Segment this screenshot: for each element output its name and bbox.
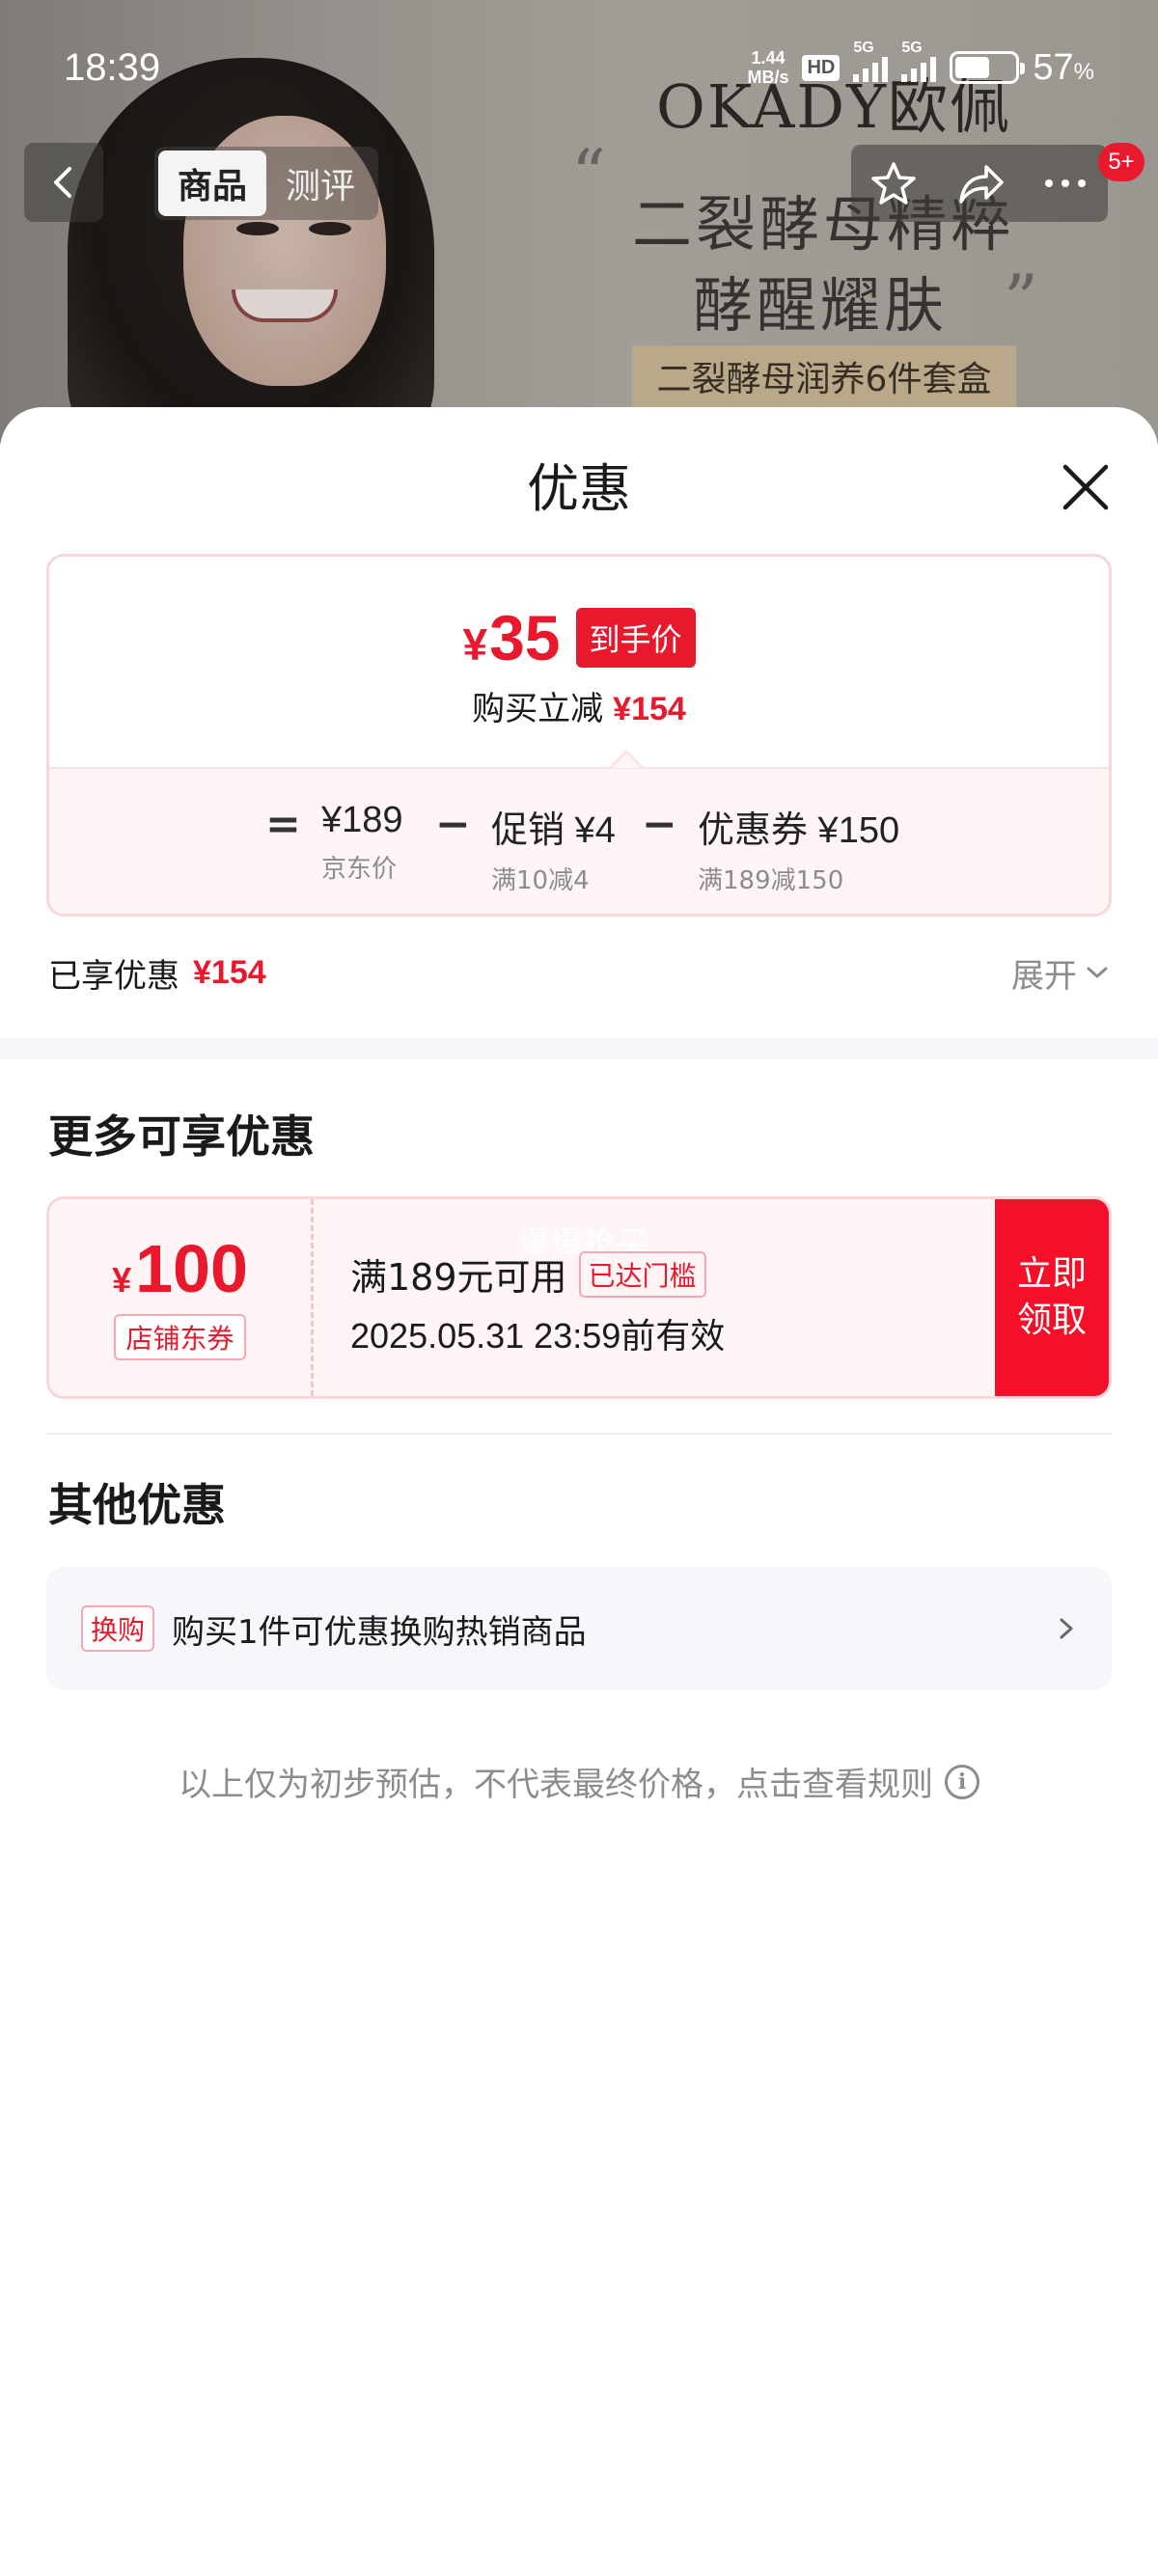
trade-in-tag: 换购 (81, 1605, 155, 1652)
promo-rule: 满10减4 (491, 866, 590, 895)
formula-equals: = (265, 800, 301, 849)
final-price-value: 35 (489, 602, 561, 673)
status-time: 18:39 (64, 45, 161, 89)
battery-icon (950, 51, 1026, 84)
product-nav-tabs: 商品 测评 (154, 147, 379, 220)
chevron-right-icon (1060, 1618, 1073, 1639)
more-button[interactable] (1027, 145, 1104, 222)
coupon-type-badge: 店铺东券 (114, 1314, 246, 1360)
disclaimer-link[interactable]: 以上仅为初步预估，不代表最终价格，点击查看规则 i (0, 1758, 1158, 1805)
sim1-network-type: 5G (853, 40, 874, 56)
claim-coupon-label: 立即领取 (1016, 1254, 1087, 1340)
claim-coupon-button[interactable]: 立即领取 (995, 1199, 1109, 1396)
coupon-amount-value: 100 (135, 1231, 248, 1306)
coupon-value-panel: ¥100 店铺东券 (49, 1199, 314, 1396)
formula-coupon: 优惠券 ¥150 满189减150 (698, 800, 899, 896)
final-price-row: ¥35 到手价 (49, 601, 1109, 674)
enjoyed-discount-row: 已享优惠 ¥154 展开 (48, 944, 1110, 1001)
product-nav-actions (851, 145, 1108, 222)
close-icon (1062, 464, 1109, 510)
expand-label: 展开 (1011, 956, 1077, 996)
chevron-down-icon (1087, 967, 1108, 978)
network-speed-unit: MB/s (747, 68, 789, 87)
coupon-discount-rule: 满189减150 (698, 866, 844, 895)
coupon-currency: ¥ (112, 1260, 132, 1300)
formula-promo: 促销 ¥4 满10减4 (491, 800, 616, 896)
formula-jd-price: ¥189 京东价 (321, 800, 403, 885)
close-button[interactable] (1052, 453, 1119, 521)
tab-reviews[interactable]: 测评 (266, 151, 374, 216)
reduce-amount: ¥154 (613, 691, 686, 727)
battery-percentage: 57% (1033, 46, 1094, 88)
discount-sheet: 优惠 ¥35 到手价 购买立减 ¥154 = ¥189 京东价 − 促销 ¥4 … (0, 407, 1158, 2576)
sim2-network-type: 5G (901, 40, 923, 56)
hd-icon: HD (802, 54, 841, 81)
more-icon (1044, 179, 1086, 187)
back-button[interactable] (24, 143, 103, 222)
coupon-condition-row: 满189元可用 已达门槛 (350, 1247, 725, 1301)
divider (46, 1433, 1112, 1435)
formula-minus-1: − (435, 800, 471, 849)
network-speed: 1.44 MB/s (747, 48, 788, 87)
share-button[interactable] (941, 145, 1018, 222)
status-indicators: 1.44 MB/s HD 5G 5G 57% (747, 40, 1094, 89)
trade-in-offer-row[interactable]: 换购 购买1件可优惠换购热销商品 (46, 1567, 1112, 1690)
enjoyed-amount: ¥154 (193, 953, 266, 991)
shop-coupon-card: ¥100 店铺东券 爆爆抢买 满189元可用 已达门槛 2025.05.31 2… (46, 1196, 1112, 1399)
final-price: ¥35 (462, 601, 560, 674)
expand-button[interactable]: 展开 (1011, 949, 1110, 997)
reduce-label: 购买立减 (472, 690, 604, 728)
price-formula-panel: = ¥189 京东价 − 促销 ¥4 满10减4 − 优惠券 ¥150 满189… (49, 767, 1109, 914)
price-formula: = ¥189 京东价 − 促销 ¥4 满10减4 − 优惠券 ¥150 满189… (49, 800, 1109, 896)
network-speed-value: 1.44 (751, 48, 786, 68)
coupon-expiry: 2025.05.31 23:59前有效 (350, 1316, 726, 1356)
tab-product[interactable]: 商品 (158, 151, 267, 216)
currency-symbol: ¥ (462, 619, 488, 670)
other-discounts-title: 其他优惠 (48, 1479, 226, 1531)
more-discounts-title: 更多可享优惠 (48, 1110, 315, 1163)
jd-price-label: 京东价 (321, 855, 398, 884)
share-icon (959, 165, 1004, 204)
jd-price-value: ¥189 (321, 800, 403, 840)
promo-value: 促销 ¥4 (491, 810, 616, 851)
coupon-condition: 满189元可用 (350, 1256, 567, 1299)
sheet-title: 优惠 (527, 458, 631, 519)
coupon-threshold-badge: 已达门槛 (578, 1250, 706, 1298)
coupon-details: 满189元可用 已达门槛 2025.05.31 23:59前有效 (350, 1247, 725, 1358)
star-icon (871, 162, 917, 205)
signal-icon-sim2: 5G (901, 40, 937, 82)
final-price-tag: 到手价 (575, 608, 696, 668)
disclaimer-text: 以上仅为初步预估，不代表最终价格，点击查看规则 (179, 1766, 933, 1804)
price-summary-top: ¥35 到手价 购买立减 ¥154 (49, 557, 1109, 767)
enjoyed-label: 已享优惠 (48, 956, 179, 996)
cart-count-badge: 5+ (1098, 143, 1144, 181)
price-summary-card: ¥35 到手价 购买立减 ¥154 = ¥189 京东价 − 促销 ¥4 满10减… (46, 554, 1112, 917)
coupon-discount-value: 优惠券 ¥150 (698, 810, 900, 851)
info-icon: i (945, 1764, 979, 1799)
signal-icon-sim1: 5G (853, 40, 889, 82)
formula-minus-2: − (642, 800, 677, 849)
back-arrow-icon (54, 167, 71, 198)
status-bar: 18:39 1.44 MB/s HD 5G 5G 57% (0, 0, 1158, 135)
trade-in-text: 购买1件可优惠换购热销商品 (172, 1612, 587, 1652)
section-divider (0, 1038, 1158, 1059)
reduce-row: 购买立减 ¥154 (49, 682, 1109, 729)
favorite-button[interactable] (855, 145, 932, 222)
coupon-amount: ¥100 (112, 1235, 248, 1302)
